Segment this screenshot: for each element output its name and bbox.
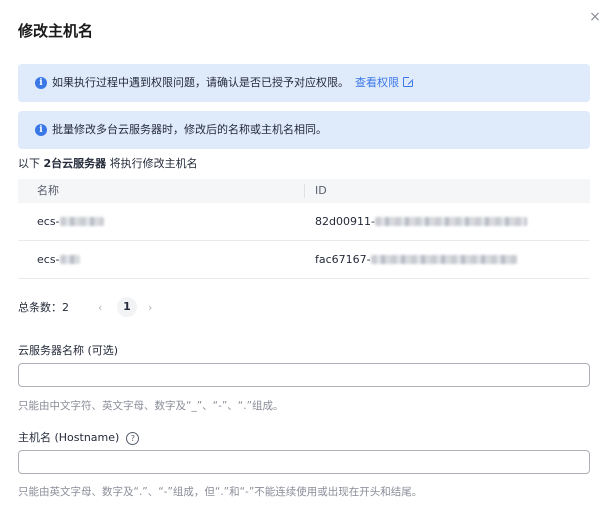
server-name: ecs- [37,253,60,266]
column-header-id: ID [315,184,327,197]
batch-notice-alert: i 批量修改多台云服务器时，修改后的名称或主机名相同。 [18,111,590,149]
alert-text: 批量修改多台云服务器时，修改后的名称或主机名相同。 [52,123,327,136]
table-row: ecs- fac67167- [18,241,590,279]
close-icon[interactable]: × [588,10,602,24]
alert-text: 如果执行过程中遇到权限问题，请确认是否已授予对应权限。 [52,76,349,89]
summary-prefix: 以下 [18,157,40,170]
info-icon: i [35,77,47,89]
server-id: fac67167- [315,253,371,266]
server-name: ecs- [37,215,60,228]
column-divider [304,184,305,198]
column-header-name: 名称 [37,184,59,197]
hostname-input[interactable] [18,450,590,474]
table-row: ecs- 82d00911- [18,203,590,241]
hostname-label: 主机名 (Hostname)? [18,429,140,445]
page-number-current[interactable]: 1 [117,297,137,317]
server-name-input[interactable] [18,363,590,387]
dialog-title: 修改主机名 [18,22,94,40]
question-circle-icon[interactable]: ? [126,432,140,445]
hostname-hint: 只能由英文字母、数字及“.”、“-”组成，但“.”和“-”不能连续使用或出现在开… [18,486,423,498]
redacted-text [59,255,80,264]
selection-summary: 以下 2台云服务器 将执行修改主机名 [18,155,198,171]
table-header: 名称 ID [18,179,590,203]
view-permissions-link[interactable]: 查看权限 [355,76,414,89]
hostname-label-text: 主机名 (Hostname) [18,431,120,444]
server-id: 82d00911- [315,215,375,228]
redacted-text [374,217,527,226]
redacted-text [370,255,517,264]
server-table: 名称 ID ecs- 82d00911- ecs- fac67167- [18,179,590,279]
chevron-right-icon[interactable]: › [148,297,152,319]
chevron-left-icon[interactable]: ‹ [98,297,102,319]
server-id-cell: fac67167- [315,241,517,278]
server-name-cell: ecs- [37,203,104,240]
info-icon: i [35,124,47,136]
summary-count: 2台云服务器 [43,157,107,170]
total-count: 总条数：2 [18,301,69,314]
permission-alert: i 如果执行过程中遇到权限问题，请确认是否已授予对应权限。 查看权限 [18,64,590,102]
external-link-icon [403,76,414,87]
server-name-label: 云服务器名称 (可选) [18,344,119,357]
server-name-hint: 只能由中文字符、英文字母、数字及“_”、“-”、“.”组成。 [18,400,284,412]
view-permissions-link-label[interactable]: 查看权限 [355,76,399,89]
redacted-text [59,217,104,226]
summary-suffix: 将执行修改主机名 [109,157,198,170]
server-id-cell: 82d00911- [315,203,527,240]
server-name-cell: ecs- [37,241,80,278]
